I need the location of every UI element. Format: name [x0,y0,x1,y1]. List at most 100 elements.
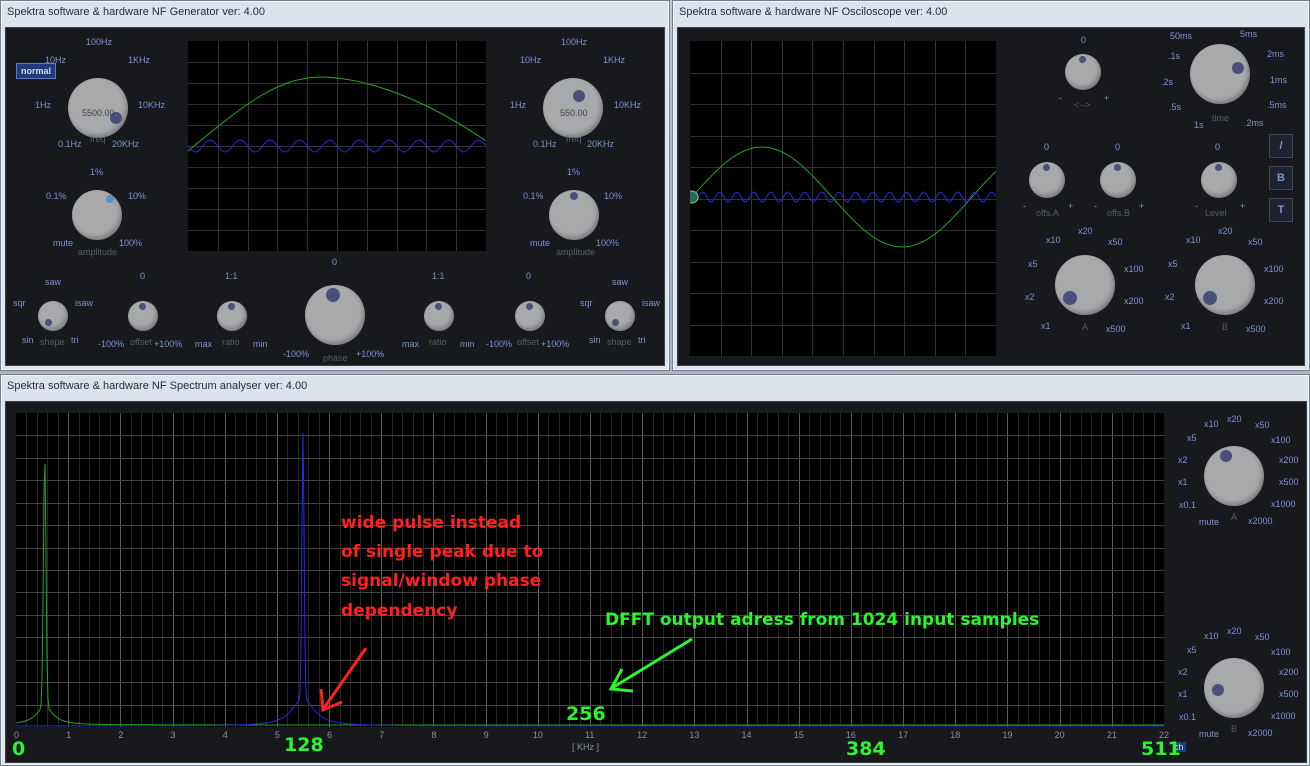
spec-a-x01: x0.1 [1179,500,1197,510]
position-knob[interactable] [1065,54,1101,90]
spec-a-mute: mute [1199,517,1220,527]
x-tick-label: 8 [431,730,437,740]
spec-a-x20: x20 [1227,414,1242,424]
offset-knob-right[interactable] [515,301,545,331]
offs-a-plus: + [1068,201,1074,211]
ratio-left-caption: ratio [222,337,240,347]
freq-right-10khz: 10KHz [614,100,642,110]
offs-b-zero: 0 [1115,142,1121,152]
shape-knob-left[interactable] [38,301,68,331]
offset-left-caption: offset [130,337,152,347]
spec-a-x200: x200 [1279,455,1299,465]
shape-right-caption: shape [607,337,632,347]
offs-b-caption: offs.B [1107,208,1130,218]
offset-knob-left[interactable] [128,301,158,331]
amplitude-knob-left[interactable] [72,190,122,240]
freq-left-1khz: 1KHz [128,55,151,65]
offset-b-knob[interactable] [1100,162,1136,198]
shape-right-tri: tri [638,335,646,345]
offs-a-caption: offs.A [1036,208,1059,218]
slope-button[interactable]: / [1269,134,1293,158]
gain-b-x2: x2 [1165,292,1175,302]
freq-right-caption: freq [566,134,582,144]
mode-button[interactable]: normal [16,63,57,79]
spec-a-x2: x2 [1178,455,1188,465]
pos-caption: <--> [1074,100,1091,110]
spec-b-mute: mute [1199,729,1220,739]
spec-b-caption: B [1231,724,1238,734]
ratio-knob-left[interactable] [217,301,247,331]
time-1ms: 1ms [1270,75,1288,85]
shape-left-saw: saw [45,277,62,287]
time-knob[interactable] [1190,44,1250,104]
gain-b-caption: B [1222,322,1229,332]
gain-a-x20: x20 [1078,226,1093,236]
x-tick-label: 17 [898,730,909,740]
oscilloscope-window: Spektra software & hardware NF Oscilosco… [672,0,1310,371]
spectrum-gain-b-knob[interactable] [1204,658,1264,718]
freq-left-caption: freq [90,134,106,144]
shape-knob-right[interactable] [605,301,635,331]
shape-right-isaw: isaw [642,298,661,308]
phase-knob[interactable] [305,285,365,345]
time-2s: .2s [1161,77,1174,87]
spectrum-gain-a-knob[interactable] [1204,446,1264,506]
gain-b-knob[interactable] [1195,255,1255,315]
time-50ms: 50ms [1170,31,1193,41]
freq-left-01hz: 0.1Hz [58,139,82,149]
time-5s: .5s [1169,102,1182,112]
spec-b-x1: x1 [1178,689,1188,699]
level-zero: 0 [1215,142,1221,152]
address-511: 511 [1141,738,1181,760]
offset-a-knob[interactable] [1029,162,1065,198]
phase-minus: -100% [283,349,310,359]
offset-right-minus: -100% [486,339,513,349]
gain-a-x10: x10 [1046,235,1061,245]
offset-right-caption: offset [517,337,539,347]
freq-value-right: 550.00 [560,108,588,118]
amp-left-caption: amplitude [78,247,118,257]
ratio-left-max: max [195,339,213,349]
ratio-left-11: 1:1 [225,271,238,281]
analyser-window: Spektra software & hardware NF Spectrum … [0,374,1310,766]
gain-a-x200: x200 [1124,296,1144,306]
amp-right-10pct: 10% [604,191,623,201]
spec-a-x1: x1 [1178,477,1188,487]
generator-panel: normal 5500.00 100Hz 1KHz 10KHz 20KHz 0.… [5,27,665,366]
shape-left-tri: tri [71,335,79,345]
amp-right-1pct: 1% [567,167,581,177]
ratio-left-min: min [253,339,268,349]
channel-b-button[interactable]: B [1269,166,1293,190]
address-384: 384 [846,738,886,760]
spec-b-x5: x5 [1187,645,1197,655]
generator-screen [188,41,486,251]
trigger-button[interactable]: T [1269,198,1293,222]
analyser-panel: 0 1 2 3 4 5 6 7 8 9 10 11 12 13 14 15 16 17 18 19 20 21 22 [ K… [5,401,1307,763]
x-tick-label: 6 [327,730,333,740]
freq-right-20khz: 20KHz [587,139,615,149]
freq-left-10khz: 10KHz [138,100,166,110]
spec-a-caption: A [1231,512,1238,522]
offset-left-minus: -100% [98,339,125,349]
shape-left-sin: sin [22,335,34,345]
amp-left-10pct: 10% [128,191,147,201]
level-knob[interactable] [1201,162,1237,198]
ratio-knob-right[interactable] [424,301,454,331]
amp-right-mute: mute [530,238,551,248]
freq-left-100hz: 100Hz [86,37,113,47]
spec-b-x2: x2 [1178,667,1188,677]
offset-right-zero: 0 [526,271,532,281]
amplitude-knob-right[interactable] [549,190,599,240]
spectrum-screen [16,413,1164,727]
gain-b-x5: x5 [1168,259,1178,269]
gain-a-knob[interactable] [1055,255,1115,315]
gain-a-x100: x100 [1124,264,1144,274]
spec-b-x10: x10 [1204,631,1219,641]
spec-b-x1000: x1000 [1271,711,1296,721]
shape-left-isaw: isaw [75,298,94,308]
gain-a-x2: x2 [1025,292,1035,302]
amp-right-100pct: 100% [596,238,620,248]
gain-b-x10: x10 [1186,235,1201,245]
freq-right-1khz: 1KHz [603,55,626,65]
time-2ms: 2ms [1267,49,1285,59]
